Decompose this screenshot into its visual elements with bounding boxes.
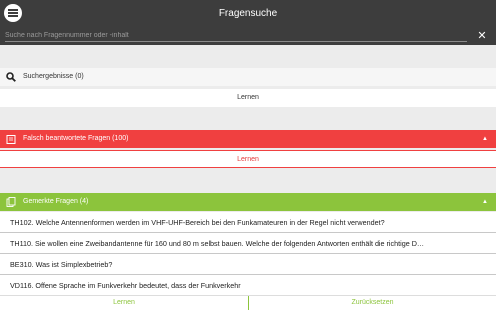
marked-questions-label: Gemerkte Fragen (4) (23, 198, 89, 205)
search-results-learn-button[interactable]: Lernen (0, 89, 496, 107)
reset-button[interactable]: Zurücksetzen (248, 296, 496, 310)
search-icon (6, 72, 16, 82)
list-item[interactable]: TH110. Sie wollen eine Zweibandantenne f… (0, 233, 496, 254)
close-icon[interactable]: ✕ (474, 28, 490, 44)
marked-questions-header[interactable]: Gemerkte Fragen (4) ▲ (0, 193, 496, 211)
wrong-answers-learn-button[interactable]: Lernen (0, 150, 496, 168)
app-bar: Fragensuche (0, 0, 496, 27)
bookmark-icon (6, 197, 16, 207)
chevron-up-icon[interactable]: ▲ (482, 130, 488, 148)
search-input[interactable] (5, 30, 467, 42)
wrong-answers-label: Falsch beantwortete Fragen (100) (23, 135, 129, 142)
list-item[interactable]: TH102. Welche Antennenformen werden im V… (0, 212, 496, 233)
search-results-header[interactable]: Suchergebnisse (0) (0, 68, 496, 86)
list-item[interactable]: VD116. Offene Sprache im Funkverkehr bed… (0, 275, 496, 296)
clipboard-icon (6, 135, 16, 144)
learn-button[interactable]: Lernen (0, 296, 248, 310)
search-bar: ✕ (0, 27, 496, 45)
chevron-up-icon[interactable]: ▲ (482, 193, 488, 211)
list-item[interactable]: BE310. Was ist Simplexbetrieb? (0, 254, 496, 275)
wrong-answers-header[interactable]: Falsch beantwortete Fragen (100) ▲ (0, 130, 496, 148)
bottom-bar: Lernen Zurücksetzen (0, 295, 496, 310)
search-results-label: Suchergebnisse (0) (23, 73, 84, 80)
page-title: Fragensuche (218, 8, 278, 19)
